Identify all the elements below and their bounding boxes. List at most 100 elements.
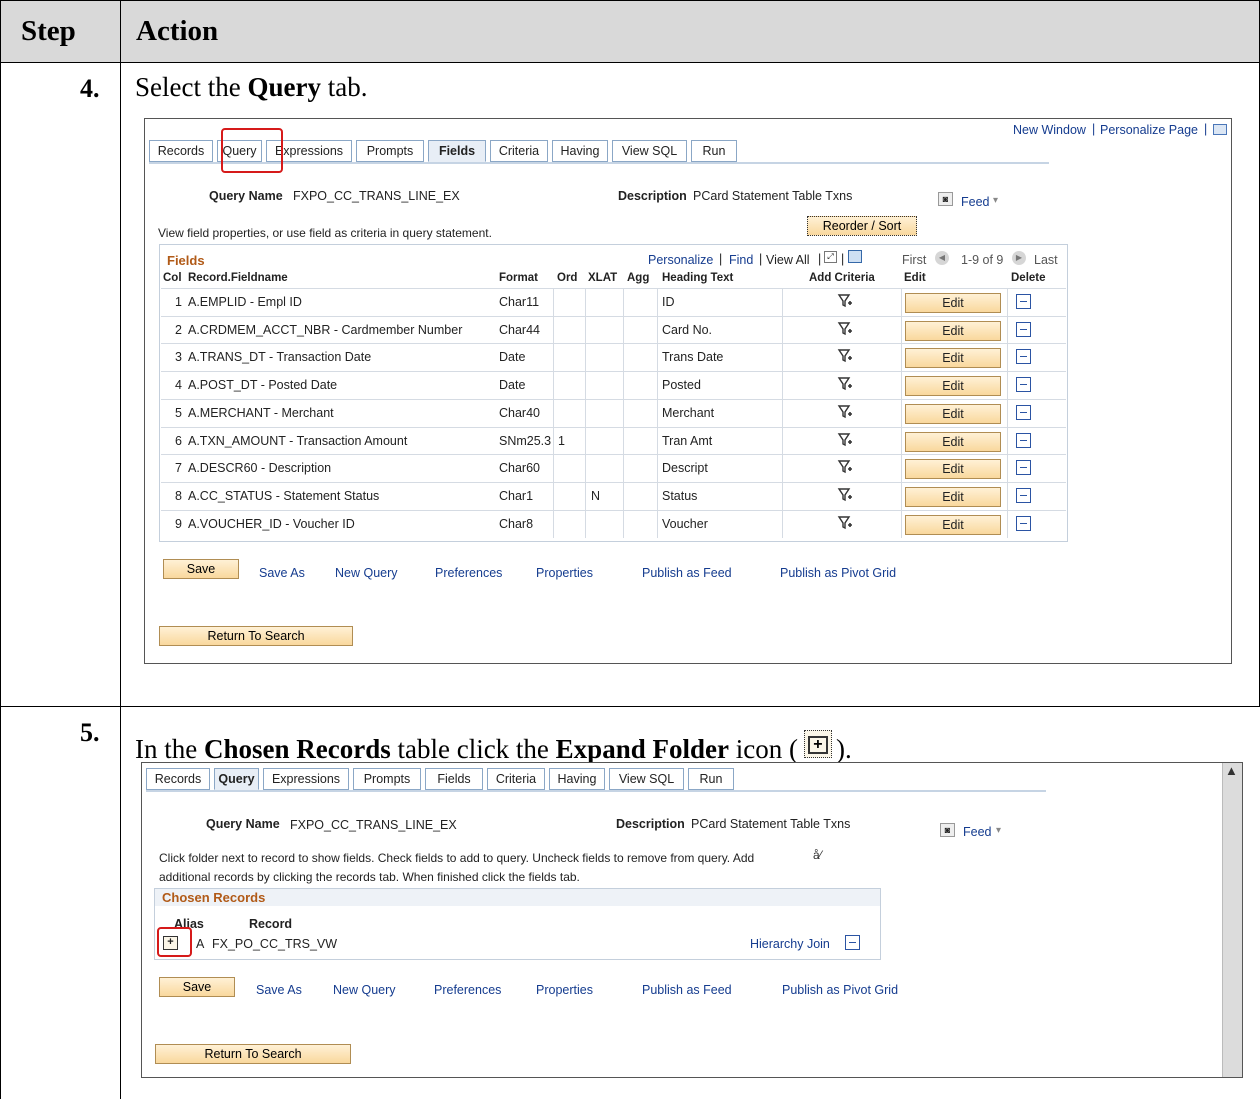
- save-as-link[interactable]: Save As: [259, 566, 305, 580]
- delete-row-button[interactable]: [1016, 377, 1031, 393]
- properties-link[interactable]: Properties: [536, 566, 593, 580]
- layout-icon[interactable]: [1213, 124, 1227, 135]
- add-criteria-icon[interactable]: [837, 376, 853, 392]
- tab-expressions[interactable]: Expressions: [263, 768, 349, 790]
- delete-row-button[interactable]: [1016, 349, 1031, 365]
- row-range: 1-9 of 9: [961, 253, 1004, 267]
- row-heading-text[interactable]: Card No.: [662, 323, 712, 337]
- preferences-link[interactable]: Preferences: [434, 983, 501, 997]
- save-button[interactable]: Save: [159, 977, 235, 997]
- spellcheck-icon[interactable]: å⁄: [813, 848, 822, 862]
- delete-row-button[interactable]: [1016, 432, 1031, 448]
- properties-link[interactable]: Properties: [536, 983, 593, 997]
- tab-run[interactable]: Run: [691, 140, 737, 162]
- delete-row-button[interactable]: [1016, 294, 1031, 309]
- find-link[interactable]: Find: [729, 253, 753, 267]
- edit-button[interactable]: Edit: [905, 459, 1001, 480]
- next-icon[interactable]: ▶: [1012, 251, 1026, 265]
- chevron-down-icon[interactable]: ▾: [996, 825, 1001, 836]
- chosen-records-grid: Chosen Records Alias Record + A FX_PO_CC…: [154, 888, 881, 960]
- edit-button[interactable]: Edit: [905, 293, 1001, 313]
- new-query-link[interactable]: New Query: [335, 566, 398, 580]
- delete-row-button[interactable]: [1016, 460, 1031, 476]
- feed-link[interactable]: Feed: [961, 195, 990, 209]
- tab-fields[interactable]: Fields: [428, 140, 486, 162]
- tab-criteria[interactable]: Criteria: [487, 768, 545, 790]
- feed-icon[interactable]: ◙: [940, 823, 955, 837]
- new-query-link[interactable]: New Query: [333, 983, 396, 997]
- tab-view-sql[interactable]: View SQL: [612, 140, 687, 162]
- row-format: Date: [499, 378, 526, 393]
- download-grid-icon[interactable]: [848, 250, 862, 263]
- tab-criteria[interactable]: Criteria: [490, 140, 548, 162]
- edit-button[interactable]: Edit: [905, 348, 1001, 369]
- edit-button[interactable]: Edit: [905, 403, 1001, 424]
- table-row: 2 A.CRDMEM_ACCT_NBR - Cardmember Number Ch…: [161, 315, 1066, 344]
- save-button[interactable]: Save: [163, 559, 239, 579]
- personalize-link[interactable]: Personalize: [648, 253, 713, 267]
- save-as-link[interactable]: Save As: [256, 983, 302, 997]
- add-criteria-icon[interactable]: [837, 348, 853, 364]
- feed-icon[interactable]: ◙: [938, 192, 953, 206]
- personalize-page-link[interactable]: Personalize Page: [1100, 123, 1198, 137]
- scrollbar[interactable]: [1222, 763, 1242, 1077]
- row-heading-text[interactable]: Tran Amt: [662, 434, 712, 448]
- row-heading-text[interactable]: Descript: [662, 461, 708, 475]
- tab-records[interactable]: Records: [146, 768, 210, 790]
- view-all-link[interactable]: View All: [766, 253, 810, 267]
- row-heading-text[interactable]: Trans Date: [662, 350, 723, 364]
- tab-prompts[interactable]: Prompts: [353, 768, 421, 790]
- edit-button[interactable]: Edit: [905, 431, 1001, 452]
- scroll-up-icon[interactable]: ▲: [1225, 763, 1238, 778]
- row-col-number: 9: [175, 516, 182, 531]
- hierarchy-join-link[interactable]: Hierarchy Join: [750, 937, 830, 951]
- tab-run[interactable]: Run: [688, 768, 734, 790]
- tab-having[interactable]: Having: [552, 140, 608, 162]
- step-instruction: In the Chosen Records table click the Ex…: [135, 728, 852, 765]
- delete-row-button[interactable]: [1016, 404, 1031, 420]
- tab-having[interactable]: Having: [549, 768, 605, 790]
- new-window-link[interactable]: New Window: [1013, 123, 1086, 137]
- publish-as-pivot-grid-link[interactable]: Publish as Pivot Grid: [782, 983, 898, 997]
- row-heading-text[interactable]: ID: [662, 295, 675, 309]
- add-criteria-icon[interactable]: [837, 432, 853, 448]
- publish-as-pivot-grid-link[interactable]: Publish as Pivot Grid: [780, 566, 896, 580]
- tab-records[interactable]: Records: [149, 140, 213, 162]
- row-fieldname: A.VOUCHER_ID - Voucher ID: [188, 516, 355, 531]
- edit-button[interactable]: Edit: [905, 514, 1001, 535]
- edit-button[interactable]: Edit: [905, 486, 1001, 507]
- row-heading-text[interactable]: Merchant: [662, 406, 714, 420]
- row-heading-text[interactable]: Status: [662, 489, 697, 503]
- add-criteria-icon[interactable]: [837, 404, 853, 420]
- edit-button[interactable]: Edit: [905, 320, 1001, 341]
- add-criteria-icon[interactable]: [837, 459, 853, 475]
- add-criteria-icon[interactable]: [837, 515, 853, 531]
- publish-as-feed-link[interactable]: Publish as Feed: [642, 983, 732, 997]
- preferences-link[interactable]: Preferences: [435, 566, 502, 580]
- prev-icon[interactable]: ◀: [935, 251, 949, 265]
- tab-fields[interactable]: Fields: [425, 768, 483, 790]
- chevron-down-icon[interactable]: ▾: [993, 195, 998, 206]
- add-criteria-icon[interactable]: [837, 321, 853, 337]
- return-to-search-button[interactable]: Return To Search: [155, 1044, 351, 1064]
- tab-query[interactable]: Query: [214, 768, 259, 790]
- feed-link[interactable]: Feed: [963, 825, 992, 839]
- zoom-icon[interactable]: ⤢: [824, 251, 837, 263]
- publish-as-feed-link[interactable]: Publish as Feed: [642, 566, 732, 580]
- add-criteria-icon[interactable]: [837, 487, 853, 503]
- row-heading-text[interactable]: Posted: [662, 378, 701, 392]
- reorder-sort-button[interactable]: Reorder / Sort: [807, 216, 917, 236]
- row-col-number: 5: [175, 405, 182, 420]
- delete-row-button[interactable]: [1016, 515, 1031, 531]
- edit-button[interactable]: Edit: [905, 376, 1001, 397]
- row-fieldname: A.CRDMEM_ACCT_NBR - Cardmember Number: [188, 322, 463, 337]
- add-criteria-icon[interactable]: [837, 293, 853, 309]
- remove-record-button[interactable]: [845, 935, 860, 950]
- row-heading-text[interactable]: Voucher: [662, 517, 708, 531]
- tab-prompts[interactable]: Prompts: [356, 140, 424, 162]
- return-to-search-button[interactable]: Return To Search: [159, 626, 353, 646]
- delete-row-button[interactable]: [1016, 321, 1031, 337]
- delete-row-button[interactable]: [1016, 487, 1031, 503]
- tab-view-sql[interactable]: View SQL: [609, 768, 684, 790]
- grid-title: Fields: [167, 253, 205, 268]
